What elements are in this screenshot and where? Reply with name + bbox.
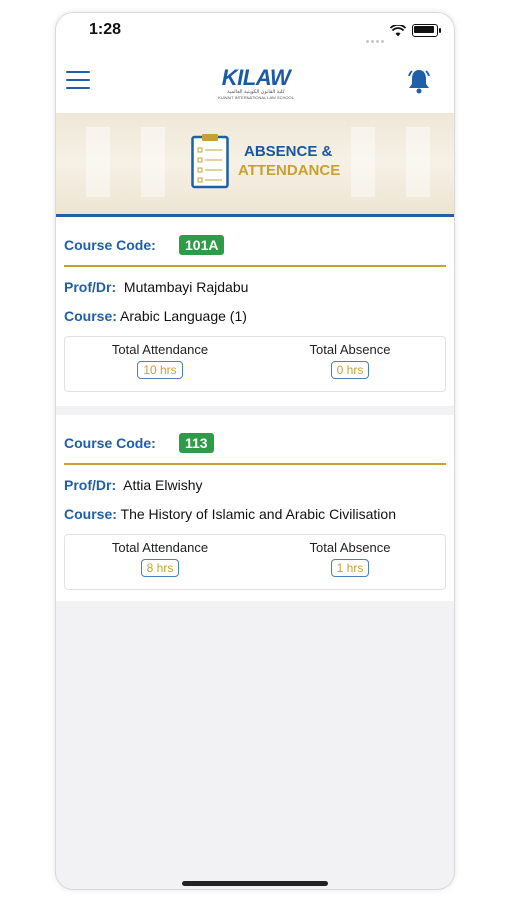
banner-title-line2: ATTENDANCE: [238, 162, 341, 179]
course-card[interactable]: Course Code: 101A Prof/Dr: Mutambayi Raj…: [56, 217, 454, 406]
total-attendance-value: 8 hrs: [140, 559, 180, 577]
hamburger-menu-icon[interactable]: [66, 71, 90, 91]
banner-background-column: [86, 127, 110, 197]
course-code-badge: 101A: [179, 235, 225, 255]
course-name-row: Course: The History of Islamic and Arabi…: [64, 506, 396, 522]
course-name: The History of Islamic and Arabic Civili…: [120, 506, 396, 522]
notification-bell-icon[interactable]: [406, 67, 432, 100]
banner-title-line1: ABSENCE &: [244, 143, 333, 160]
banner-background-column: [351, 127, 375, 197]
navigation-bar: KILAW كلية القانون الكويتية العالمية KUW…: [56, 53, 454, 113]
kilaw-logo: KILAW كلية القانون الكويتية العالمية KUW…: [216, 65, 296, 100]
cellular-signal-icon: [366, 30, 386, 48]
total-absence-stat: Total Absence 0 hrs: [255, 342, 445, 379]
total-attendance-stat: Total Attendance 8 hrs: [65, 540, 255, 577]
battery-icon: [412, 24, 441, 37]
course-code-label: Course Code:: [64, 435, 156, 451]
total-attendance-stat: Total Attendance 10 hrs: [65, 342, 255, 379]
professor-row: Prof/Dr: Mutambayi Rajdabu: [64, 279, 248, 295]
course-label: Course:: [64, 308, 117, 324]
banner-background-column: [141, 127, 165, 197]
course-code-row: Course Code: 113: [64, 433, 214, 457]
professor-name: Attia Elwishy: [123, 477, 203, 493]
professor-label: Prof/Dr:: [64, 279, 117, 295]
course-name: Arabic Language (1): [120, 308, 247, 324]
total-absence-label: Total Absence: [309, 540, 391, 555]
phone-frame: 1:28 KILAW كلية القانون الكويتية العالمي…: [55, 12, 455, 890]
logo-subtitle-english: KUWAIT INTERNATIONAL LAW SCHOOL: [218, 95, 294, 100]
total-absence-stat: Total Absence 1 hrs: [255, 540, 445, 577]
attendance-stats-box: Total Attendance 8 hrs Total Absence 1 h…: [64, 534, 446, 590]
status-time: 1:28: [89, 21, 122, 38]
course-name-row: Course: Arabic Language (1): [64, 308, 247, 324]
total-attendance-label: Total Attendance: [111, 540, 209, 555]
professor-row: Prof/Dr: Attia Elwishy: [64, 477, 203, 493]
status-bar: 1:28: [56, 13, 454, 53]
total-absence-value: 0 hrs: [330, 361, 370, 379]
total-absence-label: Total Absence: [309, 342, 391, 357]
banner-background-column: [406, 127, 430, 197]
absence-attendance-banner: ABSENCE & ATTENDANCE: [56, 113, 454, 217]
total-absence-value: 1 hrs: [330, 559, 370, 577]
course-card[interactable]: Course Code: 113 Prof/Dr: Attia Elwishy …: [56, 415, 454, 601]
total-attendance-value: 10 hrs: [137, 361, 183, 379]
course-label: Course:: [64, 506, 117, 522]
attendance-stats-box: Total Attendance 10 hrs Total Absence 0 …: [64, 336, 446, 392]
professor-name: Mutambayi Rajdabu: [123, 279, 249, 295]
course-code-label: Course Code:: [64, 237, 156, 253]
course-code-row: Course Code: 101A: [64, 235, 225, 259]
total-attendance-label: Total Attendance: [111, 342, 209, 357]
home-indicator[interactable]: [182, 881, 328, 886]
logo-text: KILAW: [221, 65, 291, 90]
divider: [64, 265, 446, 267]
professor-label: Prof/Dr:: [64, 477, 117, 493]
divider: [64, 463, 446, 465]
course-code-badge: 113: [179, 433, 214, 453]
clipboard-checklist-icon: [191, 133, 229, 194]
wifi-icon: [389, 24, 407, 42]
